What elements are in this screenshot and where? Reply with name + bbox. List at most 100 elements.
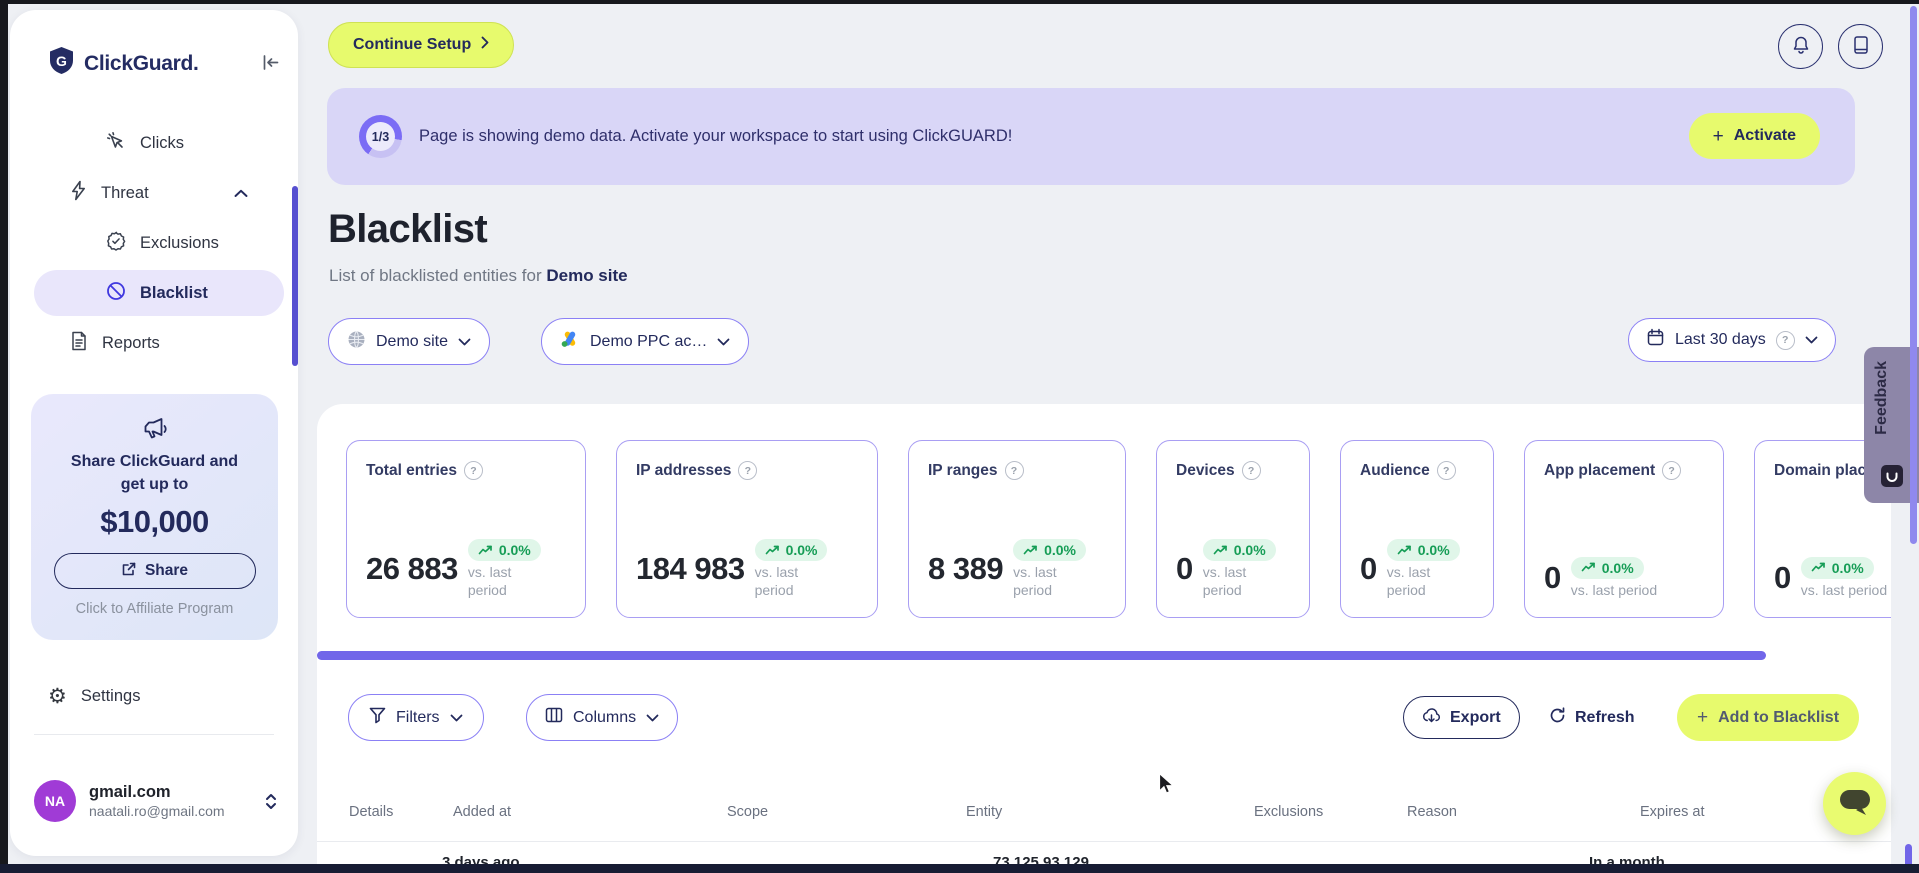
vs-last-period-label: vs. last period <box>1386 564 1431 598</box>
chat-bubble-icon <box>1838 787 1872 820</box>
delta-badge: 0.0% <box>1386 539 1460 561</box>
sidebar-scrollbar[interactable] <box>292 186 298 366</box>
delta-badge: 0.0% <box>467 539 541 561</box>
workspace-name: gmail.com <box>89 783 171 801</box>
feedback-label: Feedback <box>1873 361 1890 435</box>
sidebar-item-threat[interactable]: Threat <box>10 168 298 218</box>
help-icon[interactable]: ? <box>738 461 758 480</box>
delta-badge: 0.0% <box>1570 556 1644 579</box>
chevron-down-icon <box>717 333 730 351</box>
activate-button[interactable]: + Activate <box>1688 113 1820 159</box>
vs-last-period-label: vs. last period <box>754 564 799 598</box>
delta-badge: 0.0% <box>1202 539 1276 561</box>
sidebar-item-settings[interactable]: ⚙ Settings <box>48 686 140 707</box>
avatar: NA <box>34 780 76 822</box>
subtitle-site-name: Demo site <box>546 266 628 285</box>
knowledge-base-button[interactable] <box>1838 24 1883 69</box>
trend-up-icon <box>1581 562 1595 572</box>
vs-last-period-label: vs. last period <box>1013 564 1057 598</box>
demo-data-banner: 1/3 Page is showing demo data. Activate … <box>327 88 1855 185</box>
stat-card-ip-addresses: IP addresses? 184 983 0.0% vs. last peri… <box>616 440 878 618</box>
vs-last-period-label: vs. last period <box>467 564 512 598</box>
workspace-switcher[interactable]: NA gmail.com naatali.ro@gmail.com <box>34 780 278 822</box>
vs-last-period-label: vs. last period <box>1202 564 1247 598</box>
chevron-up-icon[interactable] <box>234 189 248 198</box>
book-icon <box>1852 35 1870 58</box>
sidebar-collapse-icon[interactable] <box>258 50 282 74</box>
column-header-reason[interactable]: Reason <box>1407 804 1457 820</box>
help-icon[interactable]: ? <box>1662 461 1682 480</box>
trend-up-icon <box>1213 545 1227 554</box>
promo-footer: Click to Affiliate Program <box>75 601 234 618</box>
cards-horizontal-scrollbar[interactable] <box>317 651 1766 660</box>
column-header-exclusions[interactable]: Exclusions <box>1254 804 1323 820</box>
add-to-blacklist-button[interactable]: + Add to Blacklist <box>1677 694 1860 741</box>
chat-launcher-button[interactable] <box>1823 772 1886 835</box>
badge-check-icon <box>106 231 126 256</box>
continue-setup-button[interactable]: Continue Setup <box>328 22 515 68</box>
sidebar-item-label: Clicks <box>140 133 184 152</box>
export-button[interactable]: Export <box>1403 696 1520 739</box>
chevron-down-icon <box>1805 331 1818 349</box>
page-subtitle: List of blacklisted entities for Demo si… <box>329 266 628 285</box>
window-edge-top <box>0 0 1919 4</box>
share-button[interactable]: Share <box>53 553 256 590</box>
column-header-details[interactable]: Details <box>349 804 393 820</box>
date-range-selector[interactable]: Last 30 days ? <box>1628 318 1836 362</box>
clickguard-shield-icon: G <box>48 46 75 81</box>
stat-value: 0 <box>1176 551 1193 586</box>
delta-badge: 0.0% <box>754 539 828 561</box>
vs-last-period-label: vs. last period <box>1570 581 1658 598</box>
document-icon <box>70 331 88 356</box>
cloud-download-icon <box>1422 707 1441 729</box>
chevron-down-icon <box>458 333 471 351</box>
lightning-icon <box>70 180 87 206</box>
google-ads-icon <box>560 330 580 353</box>
help-icon[interactable]: ? <box>1436 461 1456 480</box>
megaphone-icon <box>31 416 278 448</box>
window-edge-left <box>0 0 8 873</box>
up-down-chevron-icon <box>264 792 278 811</box>
stat-card-devices: Devices? 0 0.0% vs. last period <box>1156 440 1310 618</box>
stat-value: 8 389 <box>928 551 1004 586</box>
user-email: naatali.ro@gmail.com <box>89 803 225 819</box>
filters-button[interactable]: Filters <box>348 694 484 741</box>
promo-amount: $10,000 <box>100 504 209 540</box>
window-edge-bottom <box>0 864 1919 873</box>
sidebar-item-exclusions[interactable]: Exclusions <box>10 218 298 268</box>
page-vertical-scrollbar[interactable] <box>1910 6 1917 544</box>
column-header-expires-at[interactable]: Expires at <box>1640 804 1704 820</box>
stat-card-app-placement: App placement? 0 0.0% vs. last period <box>1524 440 1724 618</box>
refresh-button[interactable]: Refresh <box>1543 696 1641 739</box>
blacklist-panel: Total entries? 26 883 0.0% vs. last peri… <box>317 404 1891 873</box>
ppc-account-selector[interactable]: Demo PPC ac… <box>541 318 750 365</box>
help-icon[interactable]: ? <box>1241 461 1261 480</box>
stat-card-total-entries: Total entries? 26 883 0.0% vs. last peri… <box>346 440 586 618</box>
trend-up-icon <box>478 545 492 554</box>
column-header-scope[interactable]: Scope <box>727 804 768 820</box>
stat-card-audience: Audience? 0 0.0% vs. last period <box>1340 440 1494 618</box>
columns-button[interactable]: Columns <box>526 694 679 741</box>
bell-icon <box>1791 35 1811 59</box>
trend-up-icon <box>1397 545 1411 554</box>
help-icon[interactable]: ? <box>464 461 484 480</box>
sidebar-item-clicks[interactable]: Clicks <box>10 118 298 168</box>
column-header-entity[interactable]: Entity <box>966 804 1002 820</box>
blocked-icon <box>106 281 126 306</box>
help-icon[interactable]: ? <box>1004 461 1024 480</box>
stat-card-ip-ranges: IP ranges? 8 389 0.0% vs. last period <box>908 440 1126 618</box>
sidebar-item-reports[interactable]: Reports <box>10 318 298 368</box>
site-selector[interactable]: Demo site <box>328 318 491 365</box>
sidebar-item-label: Blacklist <box>140 283 208 302</box>
sidebar-item-blacklist[interactable]: Blacklist <box>34 270 284 316</box>
affiliate-promo-card[interactable]: Share ClickGuard and get up to $10,000 S… <box>31 394 278 640</box>
chevron-right-icon <box>481 36 489 54</box>
delta-badge: 0.0% <box>1013 539 1086 561</box>
sidebar-item-label: Threat <box>101 183 149 202</box>
trend-up-icon <box>765 545 779 554</box>
column-header-added-at[interactable]: Added at <box>453 804 511 820</box>
help-icon: ? <box>1775 330 1795 350</box>
notifications-button[interactable] <box>1778 24 1823 69</box>
sidebar: G ClickGuard. Clicks Threat Exclusions B… <box>10 10 298 856</box>
sidebar-item-label: Exclusions <box>140 233 219 252</box>
